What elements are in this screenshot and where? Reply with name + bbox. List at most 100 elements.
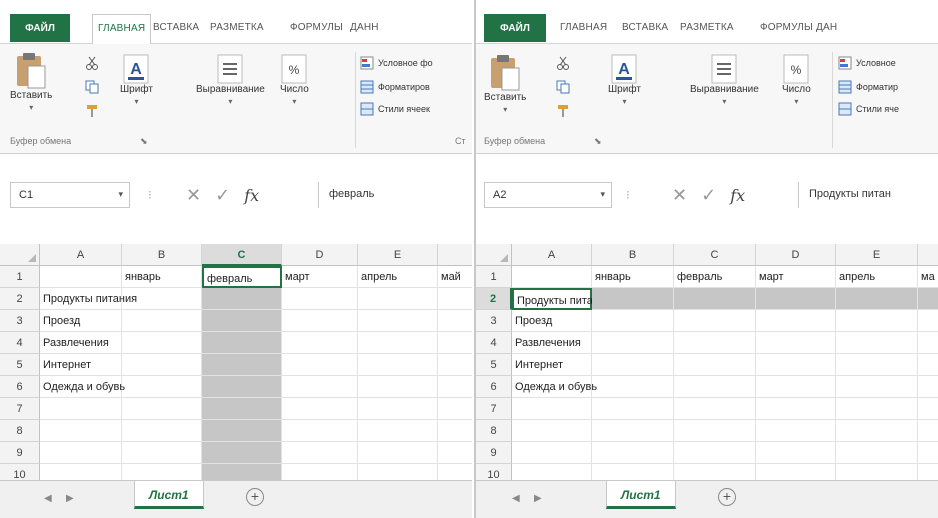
fx-icon[interactable]: fx	[730, 186, 745, 205]
cell[interactable]	[202, 376, 282, 398]
number-button[interactable]: % Число ▾	[782, 54, 811, 106]
tab-home[interactable]: ГЛАВНАЯ	[560, 22, 607, 33]
cell[interactable]	[438, 376, 472, 398]
chevron-down-icon[interactable]: ▾	[118, 189, 123, 200]
name-box[interactable]: A2 ▾	[484, 182, 612, 208]
column-header[interactable]	[918, 244, 938, 266]
row-header[interactable]: 4	[476, 332, 512, 354]
tab-file[interactable]: ФАЙЛ	[10, 14, 70, 42]
cell[interactable]	[512, 442, 592, 464]
cell[interactable]	[358, 420, 438, 442]
cell[interactable]	[592, 420, 674, 442]
cell[interactable]: Продукты питания	[512, 288, 611, 310]
cell[interactable]	[592, 354, 674, 376]
cell[interactable]	[202, 398, 282, 420]
cell-styles-button[interactable]: Стили ячеек	[360, 102, 430, 116]
cell[interactable]	[122, 332, 202, 354]
row-header[interactable]: 2	[0, 288, 40, 310]
cell[interactable]	[836, 420, 918, 442]
cell[interactable]	[122, 288, 202, 310]
select-all-corner[interactable]	[0, 244, 40, 266]
alignment-button[interactable]: Выравнивание ▾	[690, 54, 759, 106]
copy-icon[interactable]	[85, 80, 99, 94]
cell[interactable]: март	[282, 266, 358, 288]
paste-button[interactable]: Вставить ▾	[10, 52, 52, 112]
copy-icon[interactable]	[556, 80, 570, 94]
tab-file[interactable]: ФАЙЛ	[484, 14, 546, 42]
cell[interactable]	[756, 442, 836, 464]
row-header[interactable]: 7	[0, 398, 40, 420]
prev-sheet-icon[interactable]: ◀	[44, 493, 52, 504]
cell[interactable]: апрель	[836, 266, 918, 288]
cell[interactable]	[40, 266, 122, 288]
drag-handle-icon[interactable]: ⁝	[148, 188, 152, 202]
tab-data[interactable]: ДАН	[816, 22, 837, 33]
row-header[interactable]: 6	[0, 376, 40, 398]
cell[interactable]: Интернет	[40, 354, 122, 376]
cell[interactable]: февраль	[202, 266, 282, 288]
cell[interactable]	[40, 420, 122, 442]
tab-layout[interactable]: РАЗМЕТКА	[210, 22, 264, 33]
row-header[interactable]: 8	[0, 420, 40, 442]
format-as-table-button[interactable]: Форматиров	[360, 80, 430, 94]
row-header[interactable]: 4	[0, 332, 40, 354]
drag-handle-icon[interactable]: ⁝	[626, 188, 630, 202]
cell[interactable]: Проезд	[512, 310, 592, 332]
column-header[interactable]: D	[282, 244, 358, 266]
column-header[interactable]: B	[592, 244, 674, 266]
cell[interactable]	[592, 442, 674, 464]
cell[interactable]	[918, 398, 938, 420]
cell[interactable]	[836, 376, 918, 398]
cell[interactable]: Продукты питания	[40, 288, 137, 310]
next-sheet-icon[interactable]: ▶	[534, 493, 542, 504]
name-box[interactable]: C1 ▾	[10, 182, 130, 208]
cell[interactable]	[756, 376, 836, 398]
dialog-launcher-icon[interactable]: ⬊	[140, 136, 148, 147]
row-header[interactable]: 7	[476, 398, 512, 420]
tab-insert[interactable]: ВСТАВКА	[153, 22, 199, 33]
cell[interactable]	[592, 310, 674, 332]
cell[interactable]	[756, 310, 836, 332]
conditional-format-button[interactable]: Условное	[838, 56, 896, 70]
cell[interactable]	[438, 332, 472, 354]
sheet-tab-list1[interactable]: Лист1	[134, 481, 204, 509]
cell[interactable]	[836, 310, 918, 332]
cell[interactable]: Интернет	[512, 354, 592, 376]
cell[interactable]	[122, 398, 202, 420]
cell[interactable]: апрель	[358, 266, 438, 288]
font-button[interactable]: A Шрифт ▾	[608, 54, 641, 106]
number-button[interactable]: % Число ▾	[280, 54, 309, 106]
cell[interactable]	[282, 442, 358, 464]
cell[interactable]	[918, 288, 938, 310]
cell[interactable]	[756, 420, 836, 442]
cell[interactable]	[512, 398, 592, 420]
x-icon[interactable]: ✕	[672, 185, 687, 206]
cell[interactable]	[756, 332, 836, 354]
cell[interactable]	[122, 442, 202, 464]
tab-formulas[interactable]: ФОРМУЛЫ	[760, 22, 813, 33]
tab-formulas[interactable]: ФОРМУЛЫ	[290, 22, 343, 33]
cell[interactable]	[358, 288, 438, 310]
cell[interactable]	[202, 442, 282, 464]
tab-home[interactable]: ГЛАВНАЯ	[92, 14, 152, 45]
paste-button[interactable]: Вставить ▾	[484, 54, 526, 114]
cell[interactable]	[122, 376, 202, 398]
row-header[interactable]: 6	[476, 376, 512, 398]
cell[interactable]	[122, 310, 202, 332]
cell[interactable]	[756, 288, 836, 310]
cell[interactable]	[282, 310, 358, 332]
cell[interactable]	[438, 354, 472, 376]
cell[interactable]	[918, 420, 938, 442]
row-header[interactable]: 8	[476, 420, 512, 442]
cell[interactable]	[202, 354, 282, 376]
cell[interactable]	[756, 354, 836, 376]
cell[interactable]	[674, 310, 756, 332]
x-icon[interactable]: ✕	[186, 185, 201, 206]
cell[interactable]	[282, 420, 358, 442]
row-header[interactable]: 2	[476, 288, 512, 310]
cell[interactable]	[674, 354, 756, 376]
scissors-icon[interactable]	[556, 56, 570, 70]
cell[interactable]	[438, 310, 472, 332]
cell[interactable]	[438, 288, 472, 310]
column-header[interactable]: D	[756, 244, 836, 266]
